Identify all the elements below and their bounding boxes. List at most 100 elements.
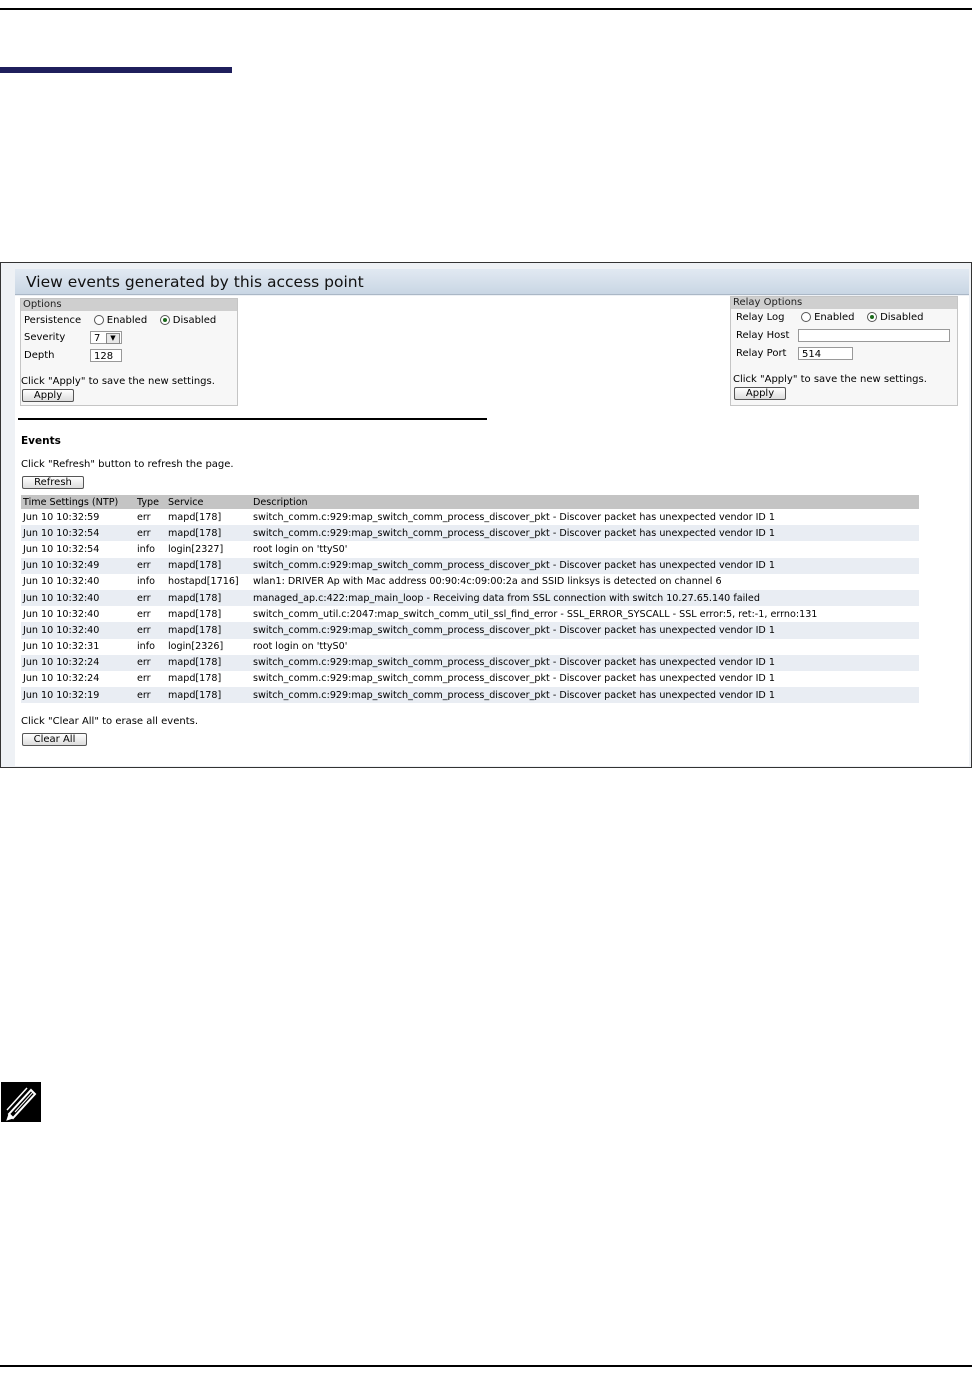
- relay-log-enabled-radio[interactable]: [800, 312, 811, 322]
- event-type: err: [135, 589, 166, 607]
- event-service: mapd[178]: [166, 606, 251, 623]
- event-description: root login on 'ttyS0': [251, 638, 919, 655]
- event-type: err: [135, 509, 166, 526]
- table-row: Jun 10 10:32:54 info login[2327] root login…: [21, 541, 919, 558]
- section-divider: [18, 418, 487, 420]
- relay-options-title: Relay Options: [731, 297, 957, 309]
- event-service: mapd[178]: [166, 525, 251, 542]
- column-header-description[interactable]: Description: [251, 495, 919, 509]
- pencil-note-icon: [1, 1082, 41, 1122]
- relay-host-label: Relay Host: [736, 330, 790, 341]
- event-type: err: [135, 525, 166, 542]
- relay-apply-note: Click "Apply" to save the new settings.: [733, 374, 927, 385]
- severity-label: Severity: [24, 332, 66, 343]
- table-row: Jun 10 10:32:31 info login[2326] root login…: [21, 638, 919, 655]
- severity-value: 7: [94, 333, 101, 344]
- relay-log-enabled-label: Enabled: [814, 312, 855, 323]
- events-title: Events: [21, 435, 61, 447]
- event-service: mapd[178]: [166, 622, 251, 639]
- relay-port-label: Relay Port: [736, 348, 787, 359]
- event-service: mapd[178]: [166, 509, 251, 526]
- events-screenshot: View events generated by this access poi…: [0, 262, 972, 768]
- severity-select[interactable]: 7 ▼: [90, 331, 122, 344]
- column-header-type[interactable]: Type: [135, 495, 166, 509]
- relay-log-disabled-radio[interactable]: [866, 312, 877, 322]
- options-panel: Options Persistence Enabled Disabled Sev…: [20, 298, 238, 406]
- event-service: hostapd[1716]: [166, 573, 251, 590]
- depth-label: Depth: [24, 350, 55, 361]
- event-type: err: [135, 654, 166, 671]
- event-description: switch_comm.c:929:map_switch_comm_proces…: [251, 687, 919, 704]
- column-header-service[interactable]: Service: [166, 495, 251, 509]
- options-title: Options: [21, 299, 237, 311]
- events-header-row: Time Settings (NTP) Type Service Descrip…: [21, 495, 919, 509]
- column-header-time[interactable]: Time Settings (NTP): [21, 495, 135, 509]
- event-service: mapd[178]: [166, 687, 251, 704]
- relay-log-row: Relay Log Enabled Disabled: [736, 311, 924, 325]
- event-description: switch_comm_util.c:2047:map_switch_comm_…: [251, 606, 919, 623]
- clear-all-button[interactable]: Clear All: [22, 733, 87, 746]
- table-row: Jun 10 10:32:19 err mapd[178] switch_comm.c…: [21, 687, 919, 704]
- event-time: Jun 10 10:32:24: [21, 654, 135, 671]
- top-rule: [0, 8, 972, 10]
- table-row: Jun 10 10:32:49 err mapd[178] switch_comm.c…: [21, 557, 919, 574]
- event-type: err: [135, 670, 166, 688]
- persistence-disabled-radio[interactable]: [159, 315, 170, 325]
- bottom-rule: [0, 1365, 972, 1367]
- event-type: info: [135, 573, 166, 590]
- event-time: Jun 10 10:32:40: [21, 589, 135, 607]
- event-description: root login on 'ttyS0': [251, 541, 919, 558]
- event-time: Jun 10 10:32:49: [21, 557, 135, 574]
- event-description: switch_comm.c:929:map_switch_comm_proces…: [251, 557, 919, 574]
- table-row: Jun 10 10:32:54 err mapd[178] switch_comm.c…: [21, 525, 919, 542]
- event-time: Jun 10 10:32:19: [21, 687, 135, 704]
- relay-log-label: Relay Log: [736, 312, 785, 323]
- table-row: Jun 10 10:32:24 err mapd[178] switch_comm.c…: [21, 654, 919, 671]
- events-table-wrap: Time Settings (NTP) Type Service Descrip…: [21, 495, 919, 704]
- table-row: Jun 10 10:32:59 err mapd[178] switch_comm.c…: [21, 509, 919, 526]
- depth-input[interactable]: 128: [90, 349, 122, 362]
- relay-host-input[interactable]: [798, 329, 950, 342]
- event-type: info: [135, 638, 166, 655]
- relay-port-input[interactable]: 514: [798, 347, 853, 360]
- event-description: switch_comm.c:929:map_switch_comm_proces…: [251, 622, 919, 639]
- event-time: Jun 10 10:32:54: [21, 541, 135, 558]
- refresh-button[interactable]: Refresh: [22, 476, 84, 489]
- event-description: switch_comm.c:929:map_switch_comm_proces…: [251, 670, 919, 688]
- event-description: wlan1: DRIVER Ap with Mac address 00:90:…: [251, 573, 919, 590]
- event-description: switch_comm.c:929:map_switch_comm_proces…: [251, 525, 919, 542]
- event-time: Jun 10 10:32:59: [21, 509, 135, 526]
- persistence-row: Persistence Enabled Disabled: [24, 314, 216, 328]
- event-time: Jun 10 10:32:31: [21, 638, 135, 655]
- event-time: Jun 10 10:32:40: [21, 606, 135, 623]
- persistence-enabled-radio[interactable]: [93, 315, 104, 325]
- content-area: Options Persistence Enabled Disabled Sev…: [15, 296, 969, 766]
- table-row: Jun 10 10:32:40 err mapd[178] switch_comm_u…: [21, 606, 919, 623]
- chevron-down-icon: ▼: [106, 333, 120, 344]
- persistence-disabled-label: Disabled: [172, 315, 217, 326]
- event-time: Jun 10 10:32:54: [21, 525, 135, 542]
- event-type: err: [135, 687, 166, 704]
- table-row: Jun 10 10:32:40 info hostapd[1716] wlan1: D…: [21, 573, 919, 590]
- event-type: err: [135, 622, 166, 639]
- table-row: Jun 10 10:32:24 err mapd[178] switch_comm.c…: [21, 670, 919, 688]
- pencil-note-icon-svg: [6, 1087, 37, 1121]
- persistence-label: Persistence: [24, 315, 82, 326]
- relay-options-panel: Relay Options Relay Log Enabled Disabled…: [730, 296, 958, 406]
- event-time: Jun 10 10:32:24: [21, 670, 135, 688]
- event-description: switch_comm.c:929:map_switch_comm_proces…: [251, 509, 919, 526]
- event-service: mapd[178]: [166, 589, 251, 607]
- event-service: login[2326]: [166, 638, 251, 655]
- relay-apply-button[interactable]: Apply: [734, 387, 786, 400]
- options-apply-note: Click "Apply" to save the new settings.: [21, 376, 215, 387]
- event-type: info: [135, 541, 166, 558]
- event-service: mapd[178]: [166, 670, 251, 688]
- options-apply-button[interactable]: Apply: [22, 389, 74, 402]
- event-service: login[2327]: [166, 541, 251, 558]
- events-table: Time Settings (NTP) Type Service Descrip…: [21, 495, 919, 704]
- event-description: managed_ap.c:422:map_main_loop - Receivi…: [251, 589, 919, 607]
- event-description: switch_comm.c:929:map_switch_comm_proces…: [251, 654, 919, 671]
- refresh-note: Click "Refresh" button to refresh the pa…: [21, 459, 234, 470]
- event-type: err: [135, 557, 166, 574]
- table-row: Jun 10 10:32:40 err mapd[178] switch_comm.c…: [21, 622, 919, 639]
